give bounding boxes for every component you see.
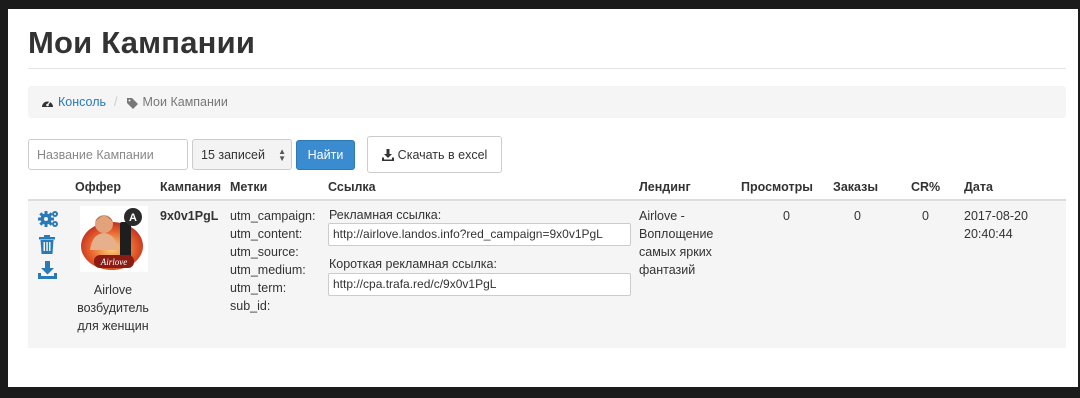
ad-link-label: Рекламная ссылка: bbox=[329, 208, 442, 222]
date-line: 2017-08-20 bbox=[964, 209, 1028, 223]
breadcrumb-home[interactable]: Консоль bbox=[41, 95, 106, 109]
breadcrumb-current-label: Мои Кампании bbox=[142, 95, 228, 109]
header-link: Ссылка bbox=[328, 180, 376, 194]
tag-item: utm_medium: bbox=[230, 263, 306, 277]
ad-link-field[interactable]: http://airlove.landos.info?red_campaign=… bbox=[328, 223, 631, 246]
cr-value: 0 bbox=[922, 209, 929, 223]
tag-item: utm_term: bbox=[230, 281, 287, 295]
header-offer: Оффер bbox=[75, 180, 122, 194]
time-line: 20:40:44 bbox=[964, 227, 1013, 241]
tag-item: utm_source: bbox=[230, 245, 299, 259]
landing-line: фантазий bbox=[639, 263, 696, 277]
offer-name: Airlove возбудитель для женщин bbox=[69, 281, 157, 335]
per-page-value: 15 записей bbox=[201, 147, 265, 162]
short-link-field[interactable]: http://cpa.trafa.red/c/9x0v1PgL bbox=[328, 273, 631, 296]
landing-name: Airlove - Воплощение самых ярких фантази… bbox=[639, 207, 713, 279]
breadcrumb-separator: / bbox=[114, 95, 118, 109]
offer-name-line: возбудитель bbox=[77, 301, 149, 315]
tags-list: utm_campaign: utm_content: utm_source: u… bbox=[230, 207, 315, 315]
date-value: 2017-08-20 20:40:44 bbox=[964, 207, 1028, 243]
short-link-label: Короткая рекламная ссылка: bbox=[329, 257, 497, 271]
title-divider bbox=[28, 68, 1066, 69]
download-action-icon[interactable] bbox=[38, 261, 57, 279]
header-orders: Заказы bbox=[833, 180, 879, 194]
download-icon bbox=[381, 148, 394, 161]
dashboard-icon bbox=[42, 101, 53, 108]
settings-icon[interactable] bbox=[38, 209, 60, 229]
trash-icon[interactable] bbox=[39, 235, 55, 254]
per-page-select[interactable]: 15 записей ▲ ▼ bbox=[192, 139, 292, 170]
header-landing: Лендинг bbox=[639, 180, 691, 194]
svg-text:A: A bbox=[129, 212, 137, 224]
tag-item: utm_content: bbox=[230, 227, 303, 241]
campaign-search-input[interactable] bbox=[28, 139, 188, 170]
header-cr: CR% bbox=[911, 180, 941, 194]
offer-image: A Airlove bbox=[80, 206, 148, 272]
tag-item: utm_campaign: bbox=[230, 209, 316, 223]
select-arrows-icon: ▲ ▼ bbox=[278, 147, 286, 163]
download-excel-label: Скачать в excel bbox=[397, 147, 488, 162]
campaign-code: 9x0v1PgL bbox=[160, 209, 219, 223]
orders-value: 0 bbox=[854, 209, 861, 223]
landing-line: Воплощение bbox=[639, 227, 714, 241]
breadcrumb-home-link[interactable]: Консоль bbox=[58, 95, 106, 109]
offer-image-caption: Airlove bbox=[100, 257, 128, 267]
header-tags: Метки bbox=[230, 180, 268, 194]
header-date: Дата bbox=[964, 180, 993, 194]
landing-line: самых ярких bbox=[639, 245, 712, 259]
main-panel: Мои Кампании Консоль / Мои Кампании 15 з… bbox=[8, 9, 1078, 387]
landing-line: Airlove - bbox=[639, 209, 685, 223]
header-views: Просмотры bbox=[741, 180, 813, 194]
offer-name-line: Airlove bbox=[93, 283, 133, 297]
download-excel-button[interactable]: Скачать в excel bbox=[367, 136, 502, 173]
find-button[interactable]: Найти bbox=[296, 140, 355, 170]
page-title: Мои Кампании bbox=[28, 25, 256, 60]
header-campaign: Кампания bbox=[160, 180, 222, 194]
tag-item: sub_id: bbox=[230, 299, 271, 313]
breadcrumb-current: Мои Кампании bbox=[126, 95, 228, 109]
breadcrumb: Консоль / Мои Кампании bbox=[28, 86, 1066, 118]
views-value: 0 bbox=[783, 209, 790, 223]
offer-name-line: для женщин bbox=[77, 319, 149, 333]
tag-icon bbox=[126, 97, 138, 109]
